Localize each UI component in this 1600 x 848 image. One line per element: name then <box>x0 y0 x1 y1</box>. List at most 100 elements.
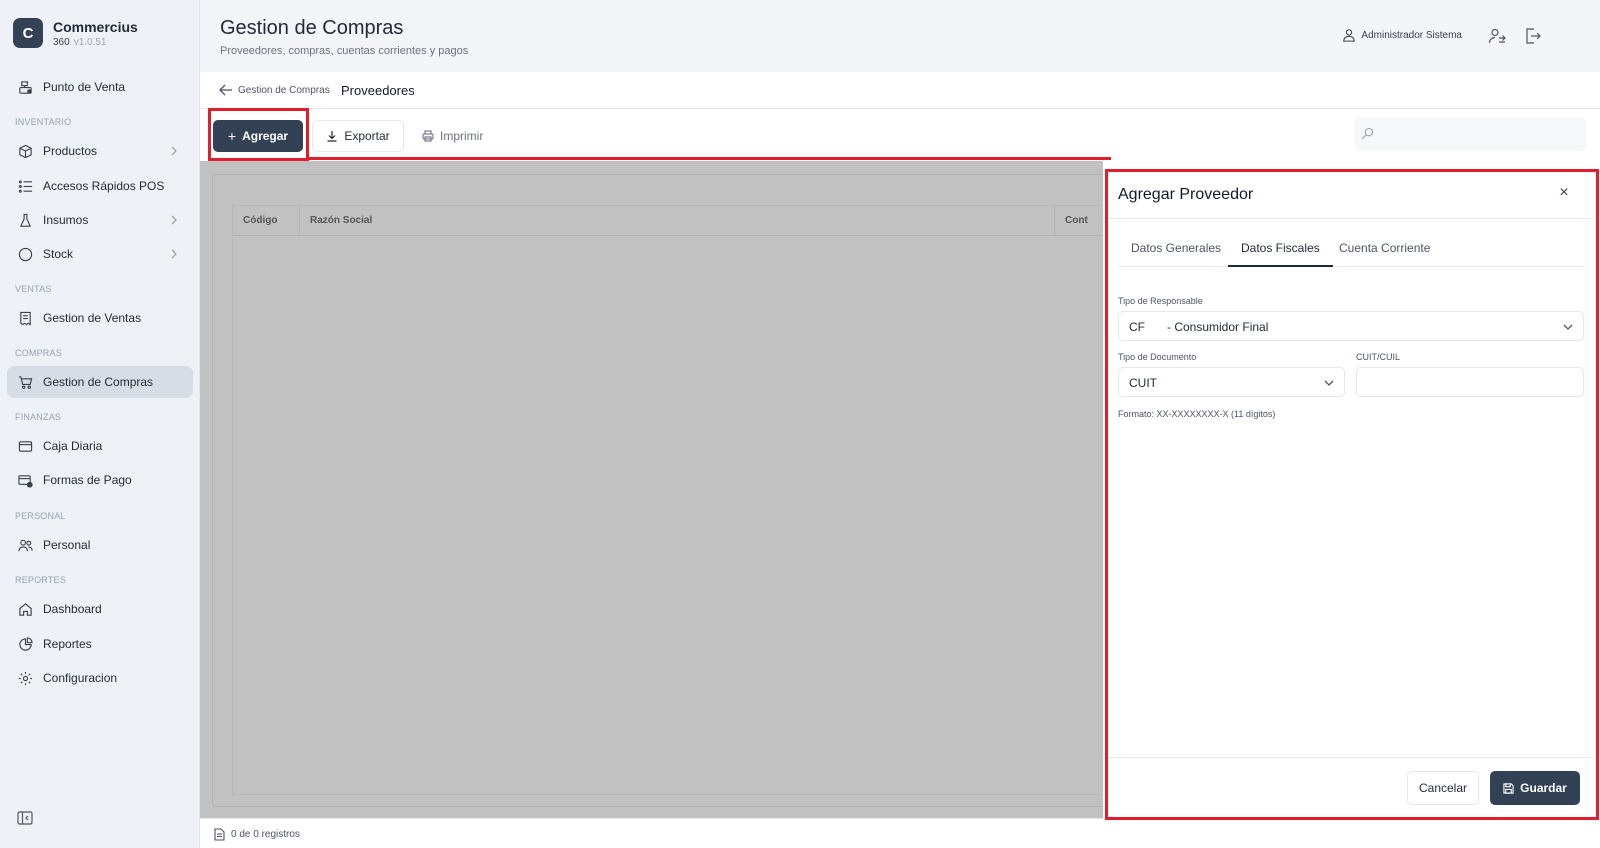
cart-icon <box>17 374 33 390</box>
sidebar-item-formas-pago[interactable]: Formas de Pago <box>7 464 193 496</box>
sidebar-item-configuracion[interactable]: Configuracion <box>7 662 193 694</box>
gear-icon <box>17 670 33 686</box>
cancel-button[interactable]: Cancelar <box>1407 771 1479 805</box>
cuit-input[interactable] <box>1357 368 1583 396</box>
sidebar: C Commercius 360 v1.0.51 Punto de Venta I… <box>0 0 200 848</box>
cuit-format-hint: Formato: XX-XXXXXXXX-X (11 dígitos) <box>1118 409 1276 419</box>
tipo-responsable-code: CF <box>1129 320 1145 334</box>
export-button-label: Exportar <box>344 129 390 143</box>
plus-icon: + <box>227 128 237 144</box>
wallet-icon <box>17 438 33 454</box>
tipo-documento-label: Tipo de Documento <box>1118 352 1197 362</box>
sidebar-item-personal[interactable]: Personal <box>7 529 193 561</box>
search-box[interactable] <box>1354 117 1586 151</box>
chevron-right-icon <box>171 146 177 156</box>
sidebar-item-label: Gestion de Compras <box>43 375 154 389</box>
add-provider-drawer: Agregar Proveedor × Datos Generales Dato… <box>1103 168 1594 822</box>
sidebar-item-label: Productos <box>43 144 98 158</box>
cash-register-icon <box>17 79 33 95</box>
flask-icon <box>17 212 33 228</box>
print-button-label: Imprimir <box>440 129 484 143</box>
sidebar-item-label: Dashboard <box>43 602 102 616</box>
user-name: Administrador Sistema <box>1361 29 1462 41</box>
sidebar-item-accesos-rapidos[interactable]: Accesos Rápidos POS <box>7 170 193 202</box>
pie-chart-icon <box>17 636 33 652</box>
box-icon <box>17 143 33 159</box>
drawer-title: Agregar Proveedor <box>1118 186 1254 203</box>
arrow-left-icon <box>219 84 232 96</box>
chevron-down-icon <box>1563 324 1573 330</box>
save-button-label: Guardar <box>1520 781 1567 795</box>
chevron-right-icon <box>171 249 177 259</box>
brand: C Commercius 360 v1.0.51 <box>13 18 138 48</box>
search-icon <box>1361 127 1374 140</box>
column-header: Código <box>233 206 300 236</box>
toolbar: + Agregar Exportar Imprimir <box>200 109 1600 161</box>
sidebar-item-reportes[interactable]: Reportes <box>7 628 193 660</box>
sidebar-item-label: Caja Diaria <box>43 439 103 453</box>
logout-icon[interactable] <box>1524 27 1542 45</box>
table-header: Código Razón Social Cont <box>233 206 1103 236</box>
breadcrumb-back-label: Gestion de Compras <box>238 84 330 96</box>
tipo-documento-value: CUIT <box>1129 376 1157 390</box>
sidebar-item-label: Reportes <box>43 637 92 651</box>
breadcrumb-back-link[interactable]: Gestion de Compras <box>219 84 330 96</box>
user-menu[interactable]: Administrador Sistema <box>1342 28 1462 42</box>
sidebar-item-productos[interactable]: Productos <box>7 135 193 167</box>
divider <box>1103 218 1594 219</box>
add-button-label: Agregar <box>242 129 289 143</box>
home-icon <box>17 601 33 617</box>
users-icon <box>17 537 33 553</box>
print-button[interactable]: Imprimir <box>422 120 483 152</box>
breadcrumb-current: Proveedores <box>341 83 415 98</box>
sidebar-item-stock[interactable]: Stock <box>7 238 193 270</box>
content-overlay: Código Razón Social Cont <box>200 161 1103 818</box>
circle-icon <box>17 246 33 262</box>
brand-version: v1.0.51 <box>73 36 107 48</box>
providers-table: Código Razón Social Cont <box>232 205 1103 795</box>
records-count-text: 0 de 0 registros <box>231 829 300 840</box>
save-button[interactable]: Guardar <box>1490 771 1580 805</box>
sidebar-item-label: Personal <box>43 538 91 552</box>
column-header: Cont <box>1065 215 1088 226</box>
sidebar-item-caja-diaria[interactable]: Caja Diaria <box>7 430 193 462</box>
brand-edition: 360 <box>53 36 70 48</box>
close-icon[interactable]: × <box>1554 183 1574 203</box>
tab-datos-fiscales[interactable]: Datos Fiscales <box>1228 230 1333 267</box>
add-button[interactable]: + Agregar <box>213 120 303 152</box>
tab-datos-generales[interactable]: Datos Generales <box>1118 230 1234 267</box>
sidebar-toggle-icon[interactable] <box>17 811 33 825</box>
tipo-documento-select[interactable]: CUIT <box>1118 367 1345 397</box>
list-icon <box>17 178 33 194</box>
chevron-down-icon <box>1324 380 1334 386</box>
export-button[interactable]: Exportar <box>312 120 404 152</box>
section-label-ventas: VENTAS <box>15 284 52 294</box>
sidebar-item-label: Configuracion <box>43 671 118 685</box>
page-subtitle: Proveedores, compras, cuentas corrientes… <box>220 45 469 57</box>
section-label-finanzas: FINANZAS <box>15 412 62 422</box>
sidebar-item-insumos[interactable]: Insumos <box>7 204 193 236</box>
sidebar-item-label: Insumos <box>43 213 89 227</box>
tab-cuenta-corriente[interactable]: Cuenta Corriente <box>1326 230 1443 267</box>
switch-user-icon[interactable] <box>1488 27 1506 45</box>
page-title: Gestion de Compras <box>220 17 404 39</box>
divider <box>1103 757 1594 758</box>
search-input[interactable] <box>1380 123 1580 145</box>
user-icon <box>1343 29 1356 42</box>
brand-name: Commercius <box>53 18 138 35</box>
records-count: 0 de 0 registros <box>214 828 300 841</box>
tipo-responsable-select[interactable]: CF - Consumidor Final <box>1118 311 1584 341</box>
sidebar-item-gestion-ventas[interactable]: Gestion de Ventas <box>7 302 193 334</box>
printer-icon <box>422 130 434 142</box>
sidebar-item-label: Punto de Venta <box>43 80 126 94</box>
tipo-responsable-desc: - Consumidor Final <box>1167 320 1269 334</box>
sidebar-item-dashboard[interactable]: Dashboard <box>7 593 193 625</box>
floppy-disk-icon <box>1503 782 1514 794</box>
brand-logo: C <box>13 18 43 48</box>
sidebar-item-punto-de-venta[interactable]: Punto de Venta <box>7 71 193 103</box>
page-header: Gestion de Compras Proveedores, compras,… <box>200 0 1600 72</box>
sidebar-item-label: Formas de Pago <box>43 473 132 487</box>
status-footer: 0 de 0 registros <box>200 818 1600 848</box>
table-card: Código Razón Social Cont <box>212 174 1103 807</box>
sidebar-item-gestion-compras[interactable]: Gestion de Compras <box>7 366 193 398</box>
